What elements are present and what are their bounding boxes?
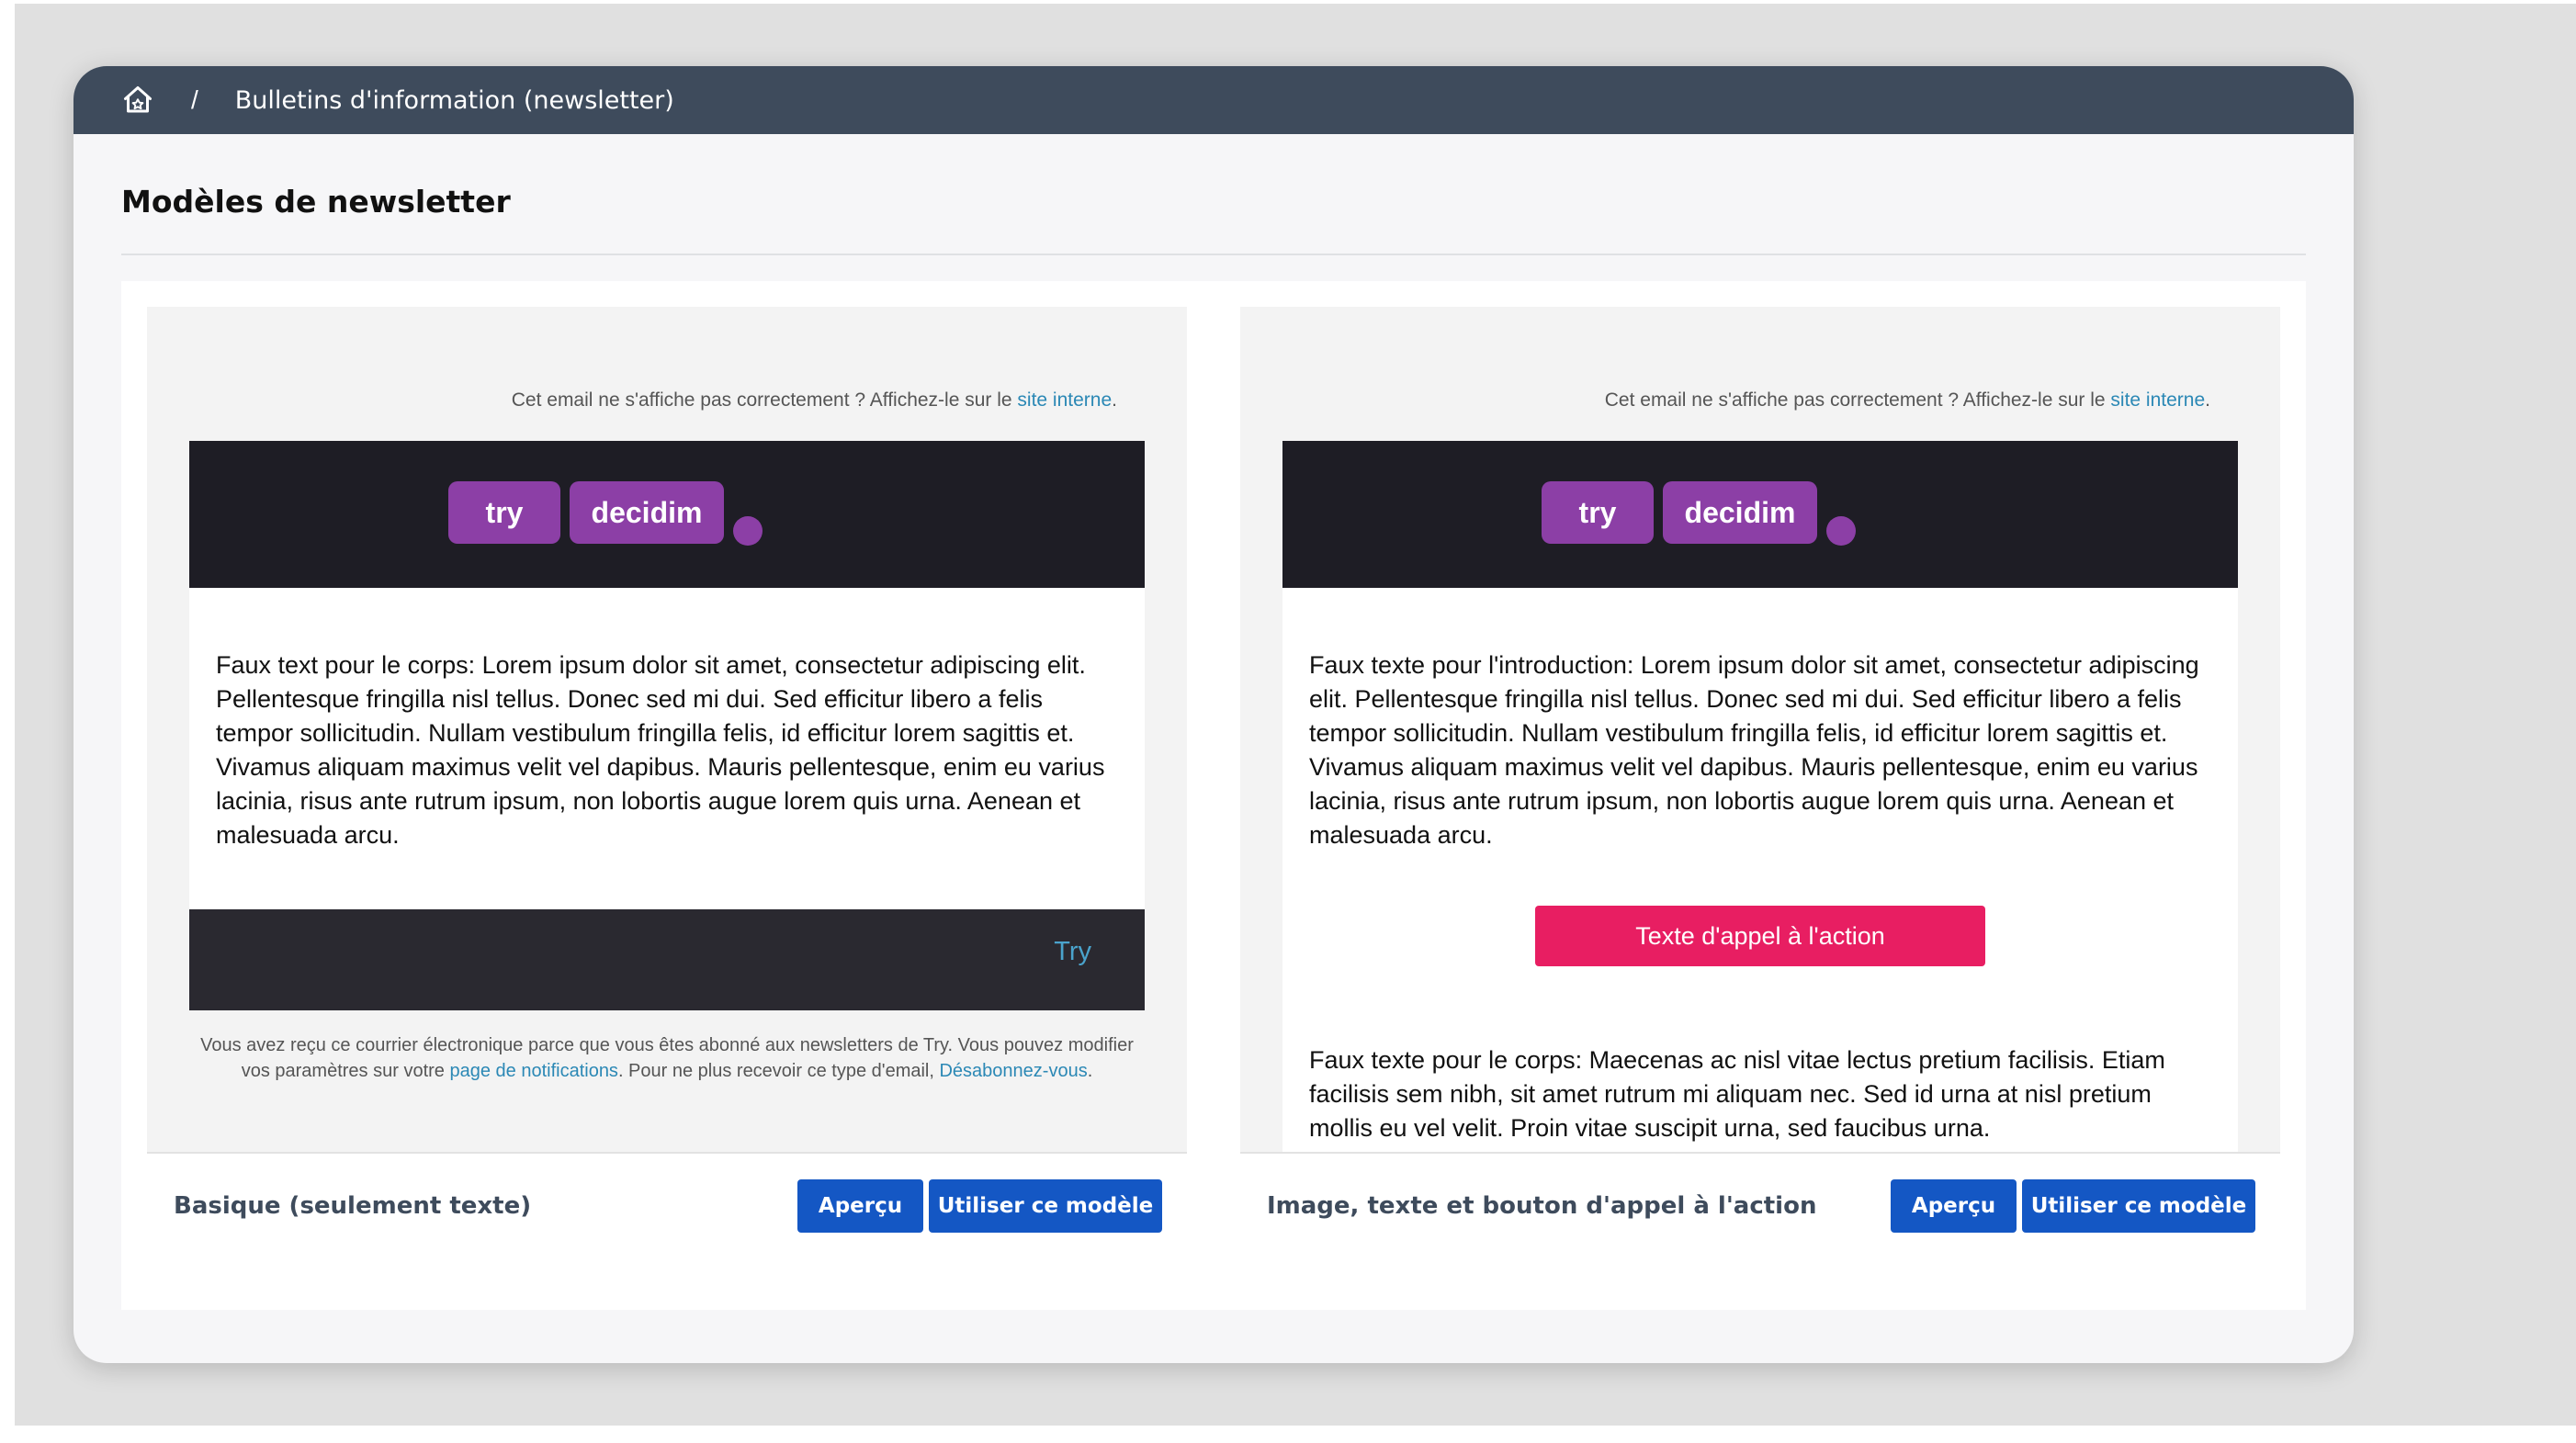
internal-site-link[interactable]: site interne bbox=[2110, 389, 2205, 411]
template-card-cta: Cet email ne s'affiche pas correctement … bbox=[1240, 307, 2280, 1282]
template-preview: Cet email ne s'affiche pas correctement … bbox=[147, 307, 1187, 1154]
email-view-online-note: Cet email ne s'affiche pas correctement … bbox=[1605, 389, 2210, 411]
footer-brand: Try bbox=[1054, 937, 1091, 966]
breadcrumb-separator: / bbox=[191, 85, 198, 114]
top-note-text: Cet email ne s'affiche pas correctement … bbox=[1604, 389, 2111, 411]
cta-wrapper: Texte d'appel à l'action bbox=[1282, 906, 2238, 966]
top-note-text: Cet email ne s'affiche pas correctement … bbox=[511, 389, 1018, 411]
top-note-suffix: . bbox=[2205, 389, 2210, 411]
legal-text-3: . bbox=[1087, 1061, 1093, 1081]
breadcrumb-current: Bulletins d'information (newsletter) bbox=[234, 85, 674, 115]
internal-site-link[interactable]: site interne bbox=[1017, 389, 1112, 411]
notifications-page-link[interactable]: page de notifications bbox=[449, 1061, 617, 1081]
admin-card: / Bulletins d'information (newsletter) M… bbox=[73, 66, 2354, 1363]
preview-button[interactable]: Aperçu bbox=[1891, 1179, 2017, 1233]
decidim-logo: try decidim bbox=[1542, 481, 1856, 546]
page-title: Modèles de newsletter bbox=[121, 184, 511, 220]
email-footer: Try bbox=[189, 909, 1145, 1010]
call-to-action-button[interactable]: Texte d'appel à l'action bbox=[1535, 906, 1985, 966]
email-body-text: Faux text pour le corps: Lorem ipsum dol… bbox=[216, 651, 1105, 849]
logo-part-decidim: decidim bbox=[570, 481, 724, 544]
template-actions: Basique (seulement texte) Aperçu Utilise… bbox=[147, 1154, 1187, 1282]
legal-text-2: . Pour ne plus recevoir ce type d'email, bbox=[617, 1061, 940, 1081]
logo-part-decidim: decidim bbox=[1663, 481, 1817, 544]
template-name: Image, texte et bouton d'appel à l'actio… bbox=[1267, 1192, 1817, 1220]
template-preview: Cet email ne s'affiche pas correctement … bbox=[1240, 307, 2280, 1154]
template-name: Basique (seulement texte) bbox=[174, 1192, 532, 1220]
email-header: try decidim bbox=[189, 441, 1145, 588]
breadcrumb-bar: / Bulletins d'information (newsletter) bbox=[73, 66, 2354, 134]
email-intro-text: Faux texte pour l'introduction: Lorem ip… bbox=[1309, 651, 2199, 849]
email-body: Faux text pour le corps: Lorem ipsum dol… bbox=[189, 588, 1145, 909]
use-template-button[interactable]: Utiliser ce modèle bbox=[2022, 1179, 2255, 1233]
logo-part-try: try bbox=[448, 481, 560, 544]
email-body-text: Faux texte pour le corps: Maecenas ac ni… bbox=[1309, 1046, 2165, 1142]
decidim-logo: try decidim bbox=[448, 481, 763, 546]
email-view-online-note: Cet email ne s'affiche pas correctement … bbox=[512, 389, 1117, 411]
email-header: try decidim bbox=[1282, 441, 2238, 588]
use-template-button[interactable]: Utiliser ce modèle bbox=[929, 1179, 1162, 1233]
logo-part-try: try bbox=[1542, 481, 1654, 544]
logo-dot bbox=[1826, 516, 1856, 546]
email-legal-text: Vous avez reçu ce courrier électronique … bbox=[189, 1032, 1145, 1084]
templates-panel: Cet email ne s'affiche pas correctement … bbox=[121, 281, 2306, 1310]
logo-dot bbox=[733, 516, 763, 546]
home-icon[interactable] bbox=[121, 84, 154, 117]
preview-button[interactable]: Aperçu bbox=[797, 1179, 923, 1233]
top-note-suffix: . bbox=[1112, 389, 1117, 411]
email-body: Faux texte pour l'introduction: Lorem ip… bbox=[1282, 588, 2238, 1152]
title-divider bbox=[121, 254, 2306, 255]
unsubscribe-link[interactable]: Désabonnez-vous bbox=[939, 1061, 1087, 1081]
template-card-basic: Cet email ne s'affiche pas correctement … bbox=[147, 307, 1187, 1282]
template-actions: Image, texte et bouton d'appel à l'actio… bbox=[1240, 1154, 2280, 1282]
